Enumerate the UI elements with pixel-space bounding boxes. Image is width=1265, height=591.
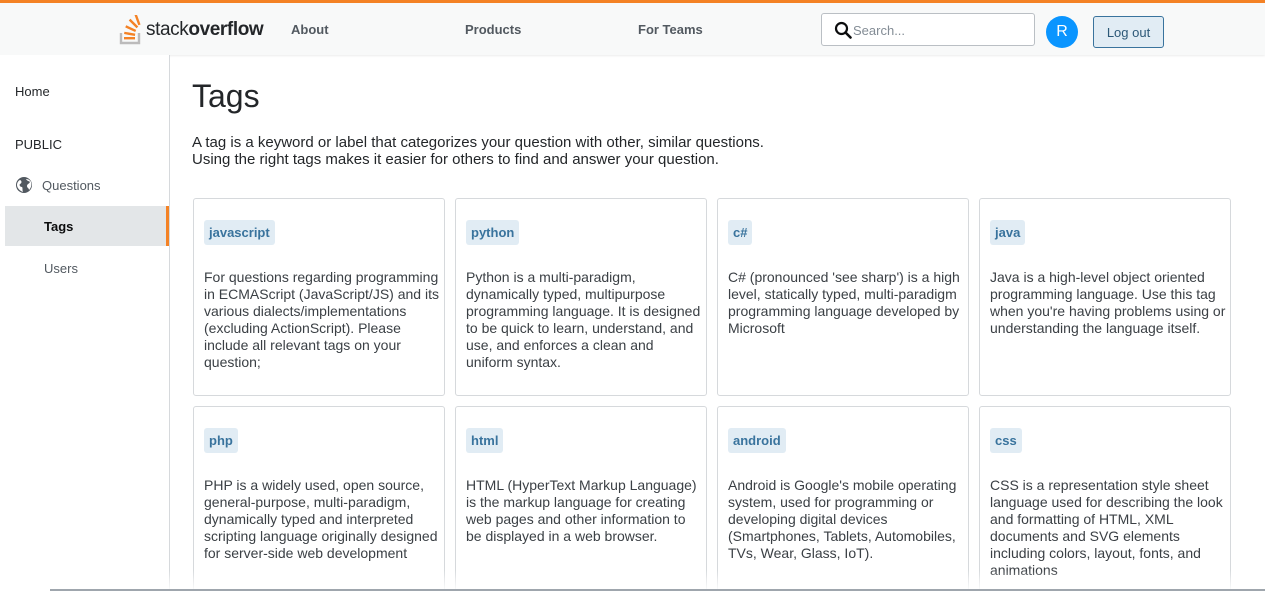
logo[interactable]: stackoverflow xyxy=(119,14,264,46)
tag-card-javascript: javascript For questions regarding progr… xyxy=(193,198,445,396)
tag-card-android: android Android is Google's mobile opera… xyxy=(717,406,969,591)
logo-text-bold: overflow xyxy=(188,19,264,40)
tag-badge[interactable]: android xyxy=(728,428,786,453)
tag-card-css: css CSS is a representation style sheet … xyxy=(979,406,1231,591)
tag-badge[interactable]: php xyxy=(204,428,238,453)
page-title: Tags xyxy=(192,78,260,114)
tag-description: Android is Google's mobile operating sys… xyxy=(728,477,957,561)
nav-about[interactable]: About xyxy=(291,22,329,37)
tag-card-php: php PHP is a widely used, open source, g… xyxy=(193,406,445,591)
nav-for-teams[interactable]: For Teams xyxy=(638,22,703,37)
sidebar-item-questions[interactable]: Questions xyxy=(5,165,169,205)
tag-badge[interactable]: css xyxy=(990,428,1022,453)
tag-description: C# (pronounced 'see sharp') is a high le… xyxy=(728,269,960,336)
intro-line: Using the right tags makes it easier for… xyxy=(192,151,719,168)
nav-products[interactable]: Products xyxy=(465,22,521,37)
sidebar-section-public: PUBLIC xyxy=(15,137,62,152)
intro-line: A tag is a keyword or label that categor… xyxy=(192,134,764,151)
search-input[interactable] xyxy=(853,20,1028,40)
tag-description: PHP is a widely used, open source, gener… xyxy=(204,477,438,561)
tag-card-java: java Java is a high-level object oriente… xyxy=(979,198,1231,396)
sidebar-item-label: Questions xyxy=(42,177,101,193)
tag-card-html: html HTML (HyperText Markup Language) is… xyxy=(455,406,707,591)
logout-button[interactable]: Log out xyxy=(1093,16,1164,48)
left-sidebar: Home PUBLIC Questions Tags Users xyxy=(0,55,170,591)
tag-badge[interactable]: javascript xyxy=(204,220,275,245)
sidebar-item-label: Tags xyxy=(44,218,74,234)
search-icon xyxy=(834,21,852,39)
tag-description: Java is a high-level object oriented pro… xyxy=(990,269,1226,336)
sidebar-item-tags[interactable]: Tags xyxy=(5,206,169,246)
tag-description: CSS is a representation style sheet lang… xyxy=(990,477,1223,578)
stack-overflow-logo-icon xyxy=(119,15,141,45)
tag-description: For questions regarding programming in E… xyxy=(204,269,439,370)
tag-description: HTML (HyperText Markup Language) is the … xyxy=(466,477,697,544)
globe-icon xyxy=(16,177,32,193)
sidebar-item-home[interactable]: Home xyxy=(15,84,50,99)
tag-badge[interactable]: java xyxy=(990,220,1026,245)
avatar[interactable]: R xyxy=(1046,16,1078,48)
sidebar-item-users[interactable]: Users xyxy=(5,248,169,288)
tag-badge[interactable]: html xyxy=(466,428,504,453)
sidebar-item-label: Users xyxy=(44,260,78,276)
search-box[interactable] xyxy=(821,13,1035,46)
tag-description: Python is a multi-paradigm, dynamically … xyxy=(466,269,701,370)
logo-text-light: stack xyxy=(146,19,189,40)
tag-card-python: python Python is a multi-paradigm, dynam… xyxy=(455,198,707,396)
page-intro: A tag is a keyword or label that categor… xyxy=(192,134,764,168)
tag-card-csharp: c# C# (pronounced 'see sharp') is a high… xyxy=(717,198,969,396)
tag-badge[interactable]: c# xyxy=(728,220,753,245)
top-bar: stackoverflow About Products For Teams R… xyxy=(0,0,1265,55)
tag-badge[interactable]: python xyxy=(466,220,520,245)
